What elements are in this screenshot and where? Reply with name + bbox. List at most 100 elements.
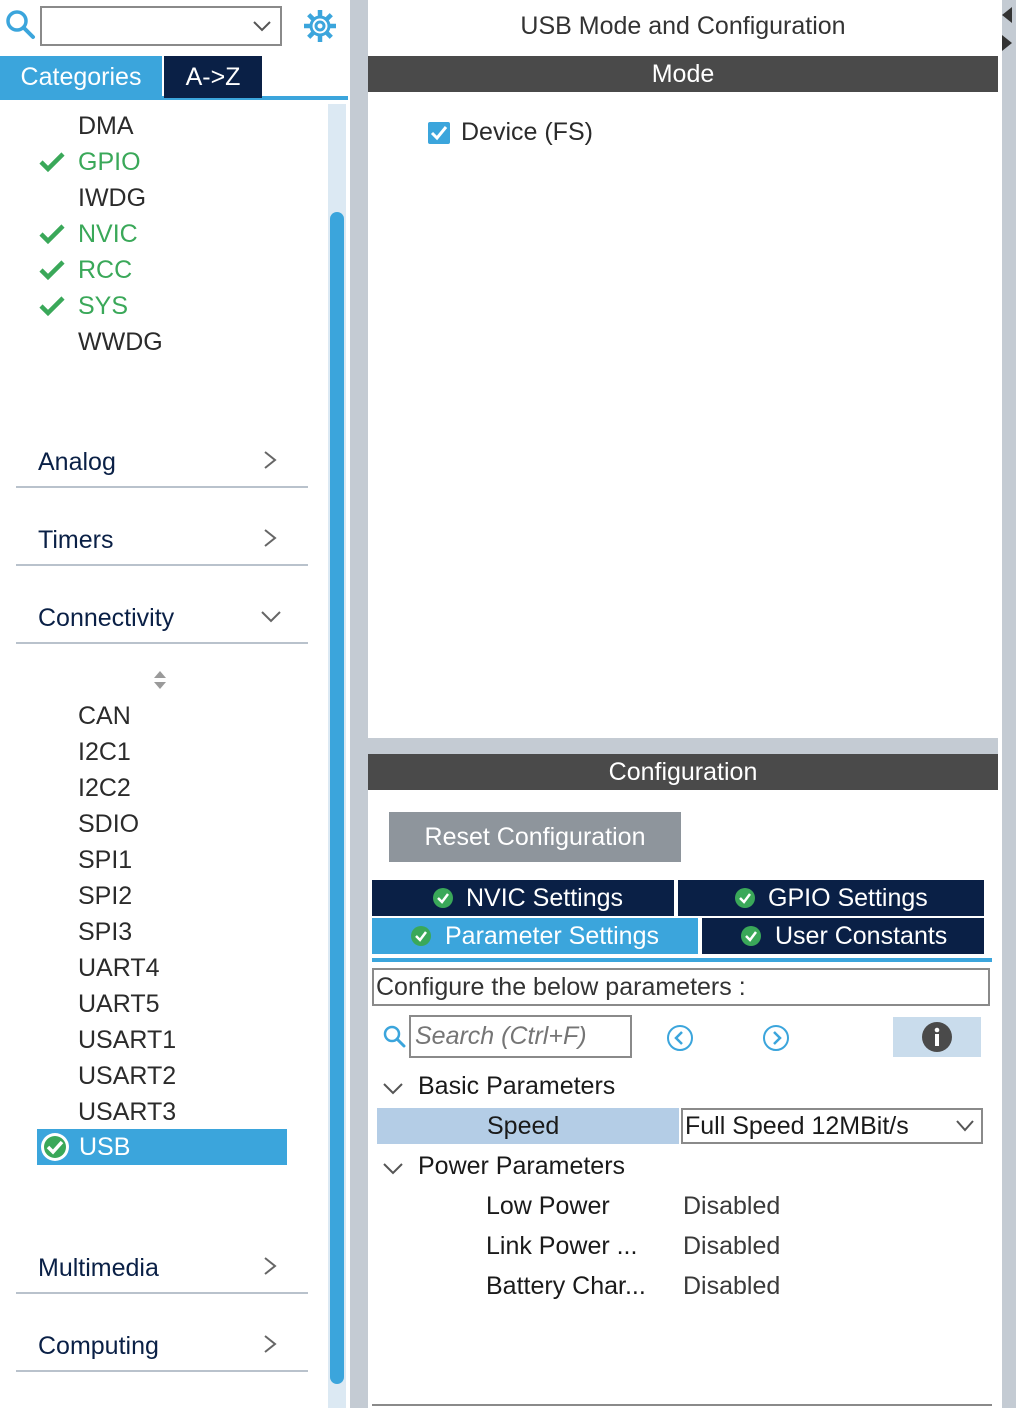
check-icon xyxy=(39,296,65,317)
category-connectivity[interactable]: Connectivity xyxy=(16,596,308,644)
category-label: Connectivity xyxy=(38,604,175,632)
chevron-right-icon xyxy=(264,529,277,547)
next-result-icon[interactable] xyxy=(762,1024,790,1052)
speed-value: Full Speed 12MBit/s xyxy=(685,1112,909,1140)
tab-nvic-settings[interactable]: NVIC Settings xyxy=(372,880,674,916)
speed-select[interactable]: Full Speed 12MBit/s xyxy=(681,1108,983,1144)
tab-label: GPIO Settings xyxy=(768,884,928,912)
info-icon xyxy=(922,1022,952,1052)
sidebar-item-rcc[interactable]: RCC xyxy=(78,253,132,287)
param-name-battery-charging: Battery Char... xyxy=(486,1272,646,1300)
category-label: Multimedia xyxy=(38,1254,159,1282)
mode-area xyxy=(368,92,998,738)
parameter-search-input[interactable] xyxy=(409,1015,632,1058)
strip-edge xyxy=(998,0,1002,1408)
tab-label: User Constants xyxy=(775,922,948,950)
tab-label: Parameter Settings xyxy=(445,922,659,950)
reset-configuration-button[interactable]: Reset Configuration xyxy=(389,812,681,862)
tab-user-constants[interactable]: User Constants xyxy=(702,918,984,954)
gear-icon[interactable] xyxy=(302,8,338,44)
group-label: Basic Parameters xyxy=(418,1072,616,1100)
category-timers[interactable]: Timers xyxy=(16,518,308,566)
category-tabs: Categories A->Z xyxy=(0,56,348,100)
left-pane: Categories A->Z DMA GPIO IWDG NVIC RCC S… xyxy=(0,0,350,1408)
tab-gpio-settings[interactable]: GPIO Settings xyxy=(678,880,984,916)
speed-label: Speed xyxy=(487,1112,560,1140)
sidebar-item-usart3[interactable]: USART3 xyxy=(78,1095,176,1129)
speed-parameter-row[interactable]: Speed xyxy=(377,1108,679,1144)
chevron-down-icon xyxy=(383,1163,403,1175)
sidebar-item-sys[interactable]: SYS xyxy=(78,289,128,323)
sidebar-item-can[interactable]: CAN xyxy=(78,699,131,733)
param-value-low-power[interactable]: Disabled xyxy=(683,1192,780,1221)
chevron-right-icon xyxy=(264,451,277,469)
category-multimedia[interactable]: Multimedia xyxy=(16,1246,308,1294)
sidebar-item-spi3[interactable]: SPI3 xyxy=(78,915,132,949)
sidebar-item-dma[interactable]: DMA xyxy=(78,109,134,143)
sidebar-item-label: USB xyxy=(79,1133,131,1161)
check-icon xyxy=(39,260,65,281)
category-analog[interactable]: Analog xyxy=(16,440,308,488)
checkmark-icon xyxy=(430,126,448,141)
group-label: Power Parameters xyxy=(418,1152,626,1180)
category-computing[interactable]: Computing xyxy=(16,1324,308,1372)
tab-label: NVIC Settings xyxy=(466,884,624,912)
sidebar-scrollbar-thumb[interactable] xyxy=(330,212,344,1384)
search-icon xyxy=(383,1025,406,1048)
sidebar-item-spi1[interactable]: SPI1 xyxy=(78,843,132,877)
sidebar-item-wwdg[interactable]: WWDG xyxy=(78,325,163,359)
check-circle-icon xyxy=(41,1133,69,1161)
search-combobox[interactable] xyxy=(40,6,282,46)
check-circle-icon xyxy=(735,888,755,908)
check-circle-icon xyxy=(433,888,453,908)
configuration-header: Configuration xyxy=(368,754,998,790)
sidebar-item-i2c2[interactable]: I2C2 xyxy=(78,771,131,805)
sidebar-item-uart5[interactable]: UART5 xyxy=(78,987,160,1021)
tab-categories[interactable]: Categories xyxy=(0,56,162,98)
sidebar-item-usart1[interactable]: USART1 xyxy=(78,1023,176,1057)
search-icon[interactable] xyxy=(4,8,36,40)
category-label: Timers xyxy=(38,526,114,554)
sidebar-item-nvic[interactable]: NVIC xyxy=(78,217,138,251)
collapsed-side-panel[interactable] xyxy=(998,0,1016,1408)
check-circle-icon xyxy=(741,926,761,946)
sidebar-item-sdio[interactable]: SDIO xyxy=(78,807,139,841)
device-fs-checkbox[interactable] xyxy=(428,122,450,144)
arrow-right-icon[interactable] xyxy=(1000,34,1014,52)
chevron-down-icon[interactable] xyxy=(252,18,272,34)
sidebar-item-gpio[interactable]: GPIO xyxy=(78,145,141,179)
param-value-link-power[interactable]: Disabled xyxy=(683,1232,780,1261)
usb-config-panel: USB Mode and Configuration Mode Device (… xyxy=(368,0,998,1408)
tab-underline xyxy=(372,958,992,962)
sort-icon[interactable] xyxy=(150,668,170,692)
param-value-battery-charging[interactable]: Disabled xyxy=(683,1272,780,1301)
param-name-low-power: Low Power xyxy=(486,1192,610,1220)
chevron-down-icon xyxy=(261,611,281,623)
chevron-right-icon xyxy=(264,1335,277,1353)
parameters-description: Configure the below parameters : xyxy=(372,968,990,1006)
category-label: Analog xyxy=(38,448,116,476)
arrow-left-icon[interactable] xyxy=(1000,6,1014,24)
check-icon xyxy=(39,152,65,173)
sidebar-item-usb[interactable]: USB xyxy=(37,1129,287,1165)
sidebar-item-usart2[interactable]: USART2 xyxy=(78,1059,176,1093)
panel-title: USB Mode and Configuration xyxy=(520,12,846,40)
tab-a-z[interactable]: A->Z xyxy=(164,56,262,98)
section-splitter[interactable] xyxy=(368,738,998,754)
previous-result-icon[interactable] xyxy=(666,1024,694,1052)
chevron-right-icon xyxy=(264,1257,277,1275)
tab-parameter-settings[interactable]: Parameter Settings xyxy=(372,918,698,954)
sidebar-item-uart4[interactable]: UART4 xyxy=(78,951,160,985)
sidebar-item-iwdg[interactable]: IWDG xyxy=(78,181,146,215)
sidebar-item-i2c1[interactable]: I2C1 xyxy=(78,735,131,769)
pane-splitter[interactable] xyxy=(350,0,368,1408)
sidebar-item-spi2[interactable]: SPI2 xyxy=(78,879,132,913)
check-circle-icon xyxy=(411,926,431,946)
chevron-down-icon xyxy=(383,1083,403,1095)
mode-header: Mode xyxy=(368,56,998,92)
info-button[interactable] xyxy=(893,1017,981,1057)
chevron-down-icon xyxy=(956,1120,974,1132)
category-label: Computing xyxy=(38,1332,159,1360)
check-icon xyxy=(39,224,65,245)
table-bottom-border xyxy=(372,1404,992,1406)
